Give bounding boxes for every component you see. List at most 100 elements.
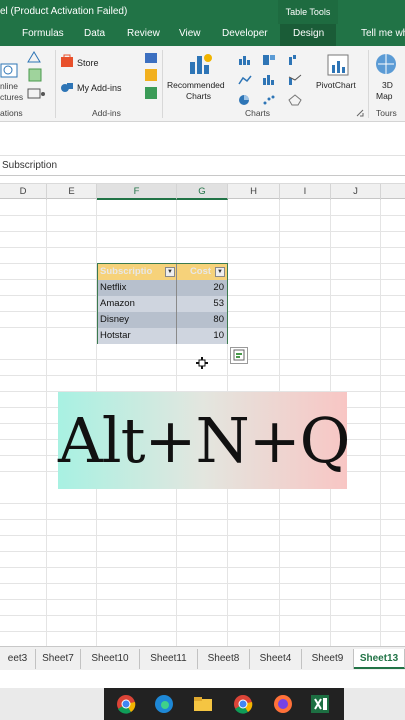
tab-design[interactable]: Design: [293, 28, 324, 39]
pivotchart-button[interactable]: PivotChart: [316, 80, 356, 90]
column-header-j[interactable]: J: [331, 184, 381, 200]
chrome-icon-2[interactable]: [233, 694, 253, 714]
sheet-tab-sheet9[interactable]: Sheet9: [302, 649, 354, 669]
quick-analysis-button[interactable]: [230, 347, 248, 364]
tab-developer[interactable]: Developer: [222, 28, 268, 39]
radar-chart-icon[interactable]: [288, 94, 302, 106]
recommended-charts-icon: [190, 54, 212, 74]
shortcut-overlay: Alt+N+Q: [58, 392, 351, 489]
column-header-d[interactable]: D: [0, 184, 47, 200]
formula-bar[interactable]: Subscription: [0, 156, 405, 176]
table-row: Disney 80: [98, 312, 227, 328]
my-addins-button[interactable]: My Add-ins: [77, 83, 122, 93]
charts-button-label[interactable]: Charts: [186, 91, 211, 101]
filter-dropdown-icon[interactable]: ▼: [215, 267, 225, 277]
tell-me-input[interactable]: Tell me wh: [361, 28, 405, 39]
table-row: Amazon 53: [98, 296, 227, 312]
shapes-icon[interactable]: [26, 50, 44, 64]
smartart-icon[interactable]: [28, 68, 42, 82]
tab-data[interactable]: Data: [84, 28, 105, 39]
online-pictures-icon[interactable]: [0, 62, 20, 80]
grid-line: [0, 215, 405, 216]
tab-view[interactable]: View: [179, 28, 201, 39]
title-bar: el (Product Activation Failed) Table Too…: [0, 0, 405, 24]
sheet-tab-sheet3[interactable]: eet3: [0, 649, 36, 669]
taskbar-apps: [104, 688, 344, 720]
line-chart-icon[interactable]: [238, 74, 252, 86]
file-explorer-icon[interactable]: [193, 694, 213, 714]
grid-line: [0, 247, 405, 248]
formula-value[interactable]: Subscription: [2, 160, 57, 171]
grid-line: [0, 567, 405, 568]
ribbon-tabs: Formulas Data Review View Developer Tell…: [0, 24, 405, 63]
column-header-i[interactable]: I: [280, 184, 331, 200]
taskbar: [0, 688, 405, 720]
cell-name[interactable]: Amazon: [98, 296, 177, 312]
column-header-h[interactable]: H: [228, 184, 280, 200]
status-bar: [0, 670, 405, 688]
sheet-tab-sheet10[interactable]: Sheet10: [81, 649, 140, 669]
grid-line: [0, 615, 405, 616]
cell-name[interactable]: Netflix: [98, 280, 177, 296]
table-row: Hotstar 10: [98, 328, 227, 344]
column-header-g[interactable]: G: [177, 184, 228, 200]
cell-name[interactable]: Hotstar: [98, 328, 177, 344]
tab-design-active[interactable]: Design: [280, 24, 336, 46]
dialog-launcher-icon[interactable]: [356, 109, 364, 117]
tab-review[interactable]: Review: [127, 28, 160, 39]
table-tools-label: Table Tools: [278, 0, 338, 24]
cell-cursor-icon: [196, 357, 208, 369]
sheet-tab-sheet8[interactable]: Sheet8: [198, 649, 250, 669]
grid-line: [0, 583, 405, 584]
group-separator: [162, 50, 163, 118]
column-headers: D E F G H I J: [0, 183, 405, 200]
grid-line: [0, 535, 405, 536]
cell-cost[interactable]: 53: [177, 296, 227, 312]
sheet-tab-sheet7[interactable]: Sheet7: [36, 649, 81, 669]
scatter-chart-icon[interactable]: [262, 94, 276, 106]
grid-line: [0, 631, 405, 632]
pie-chart-icon[interactable]: [238, 94, 252, 106]
online-label: nline: [0, 81, 18, 91]
screenshot-icon[interactable]: [27, 88, 47, 100]
illustrations-group-label: ations: [0, 108, 23, 118]
table-row: Netflix 20: [98, 280, 227, 296]
column-header-f[interactable]: F: [97, 184, 177, 200]
waterfall-chart-icon[interactable]: [288, 54, 302, 66]
store-icon: [61, 54, 73, 67]
visio-icon[interactable]: [144, 52, 158, 64]
sheet-tab-sheet11[interactable]: Sheet11: [140, 649, 198, 669]
pictures-label: ctures: [0, 92, 24, 102]
charts-group-label: Charts: [245, 108, 271, 118]
window-title: el (Product Activation Failed): [0, 6, 128, 17]
hierarchy-chart-icon[interactable]: [262, 54, 276, 66]
shortcut-text: Alt+N+Q: [58, 404, 351, 477]
cell-cost[interactable]: 80: [177, 312, 227, 328]
filter-dropdown-icon[interactable]: ▼: [165, 267, 175, 277]
firefox-icon[interactable]: [273, 694, 293, 714]
statistic-chart-icon[interactable]: [262, 74, 276, 86]
combo-chart-icon[interactable]: [288, 74, 302, 86]
store-button[interactable]: Store: [77, 58, 99, 68]
cell-cost[interactable]: 10: [177, 328, 227, 344]
chrome-icon[interactable]: [116, 694, 136, 714]
sheet-tab-sheet4[interactable]: Sheet4: [250, 649, 302, 669]
cell-name[interactable]: Disney: [98, 312, 177, 328]
people-graph-icon[interactable]: [144, 86, 158, 100]
excel-icon[interactable]: [310, 694, 330, 714]
my-addins-icon: [61, 83, 73, 92]
edge-icon[interactable]: [154, 694, 174, 714]
quick-analysis-icon: [233, 349, 245, 361]
excel-table[interactable]: Subscriptio ▼ Cost ▼ Netflix 20 Amazon 5…: [97, 263, 228, 344]
tab-formulas[interactable]: Formulas: [22, 28, 64, 39]
column-chart-icon[interactable]: [238, 54, 252, 66]
recommended-charts-button[interactable]: Recommended: [167, 80, 225, 90]
column-header-e[interactable]: E: [47, 184, 97, 200]
sheet-tabs: eet3 Sheet7 Sheet10 Sheet11 Sheet8 Sheet…: [0, 646, 405, 670]
sheet-tab-sheet13[interactable]: Sheet13: [354, 649, 405, 669]
bing-maps-icon[interactable]: [144, 68, 158, 82]
3d-map-line1[interactable]: 3D: [382, 80, 393, 90]
cell-cost[interactable]: 20: [177, 280, 227, 296]
3d-map-line2[interactable]: Map: [376, 91, 393, 101]
tours-group-label: Tours: [376, 108, 397, 118]
